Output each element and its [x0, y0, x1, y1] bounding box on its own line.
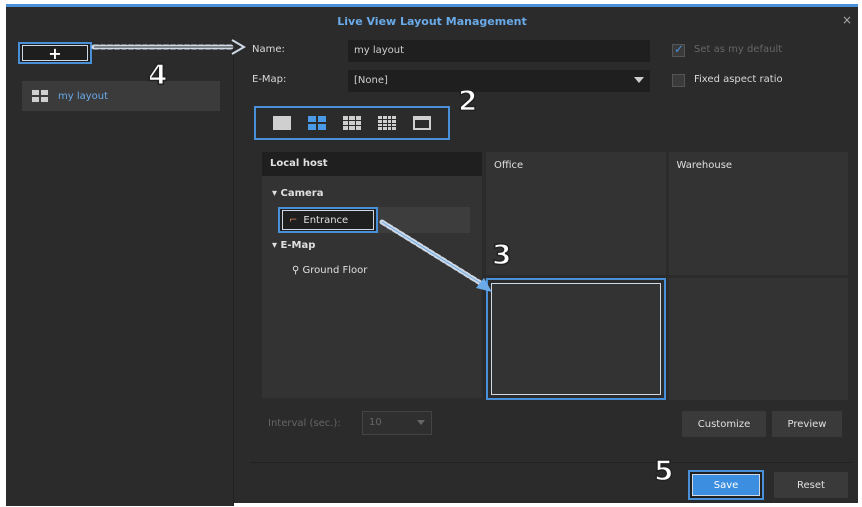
step-number: 5	[653, 453, 674, 488]
step-number: 4	[147, 57, 168, 92]
step-number: 2	[457, 83, 478, 118]
step-number: 3	[491, 237, 512, 272]
annotation-arrows	[91, 39, 492, 292]
